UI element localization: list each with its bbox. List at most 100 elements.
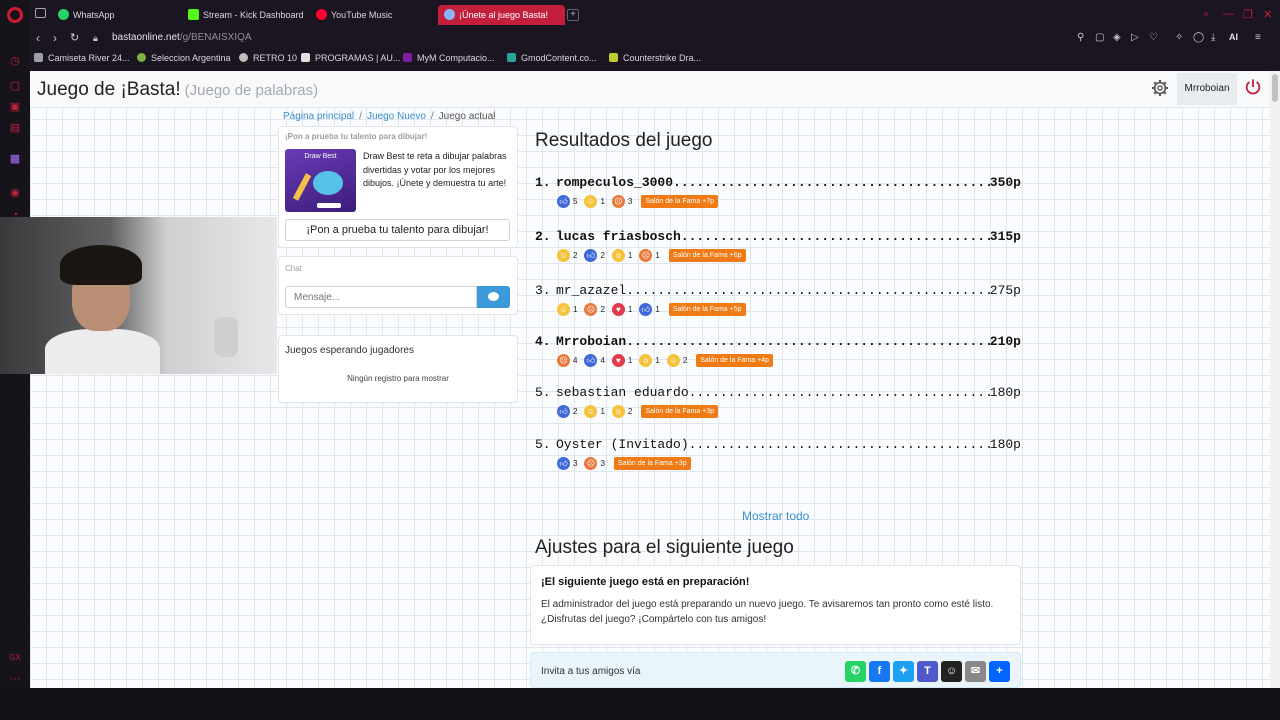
twitch-icon[interactable]: ▩ bbox=[8, 152, 22, 166]
user-menu-button[interactable]: Mrroboian bbox=[1177, 73, 1237, 105]
play-icon[interactable]: ▷ bbox=[1131, 32, 1142, 43]
site-title-text: Juego de ¡Basta! bbox=[37, 79, 181, 100]
result-player-name[interactable]: mr_azazel bbox=[556, 283, 626, 299]
share-teams-icon[interactable]: T bbox=[917, 661, 938, 682]
messenger-icon[interactable]: ▢ bbox=[8, 79, 22, 93]
search-tabs-icon[interactable]: ⌕ bbox=[1203, 8, 1209, 21]
reaction-badge[interactable]: ☺ 2 bbox=[666, 354, 687, 367]
reaction-badge[interactable]: o1 bbox=[639, 354, 660, 367]
page-scrollbar[interactable] bbox=[1270, 71, 1280, 688]
breadcrumb-new-game-link[interactable]: Juego Nuevo bbox=[367, 111, 426, 122]
tab-kick[interactable]: Stream - Kick Dashboard bbox=[188, 5, 304, 25]
reaction-badge[interactable]: ☹ 1 bbox=[639, 249, 660, 262]
breadcrumb-current: Juego actual bbox=[438, 111, 496, 122]
shield-icon[interactable]: ◈ bbox=[1113, 32, 1124, 43]
share-facebook-icon[interactable]: f bbox=[869, 661, 890, 682]
snapshot-icon[interactable]: ▢ bbox=[1095, 32, 1106, 43]
result-player-name[interactable]: Oyster (Invitado) bbox=[556, 437, 689, 453]
tab-whatsapp[interactable]: WhatsApp bbox=[58, 5, 115, 25]
bookmark-item[interactable]: PROGRAMAS | AU... bbox=[301, 53, 400, 63]
pin-icon[interactable]: ⚲ bbox=[1077, 32, 1088, 43]
site-title[interactable]: Juego de ¡Basta! (Juego de palabras) bbox=[37, 79, 318, 101]
reaction-badge[interactable]: 👍︎ 3 bbox=[557, 457, 577, 470]
breadcrumb-home-link[interactable]: Página principal bbox=[283, 111, 354, 122]
settings-gear-icon[interactable] bbox=[1151, 79, 1169, 97]
bookmark-item[interactable]: GmodContent.co... bbox=[507, 53, 597, 63]
bookmark-item[interactable]: RETRO 10 bbox=[239, 53, 297, 63]
more-icon[interactable]: ··· bbox=[8, 672, 22, 686]
scrollbar-thumb[interactable] bbox=[1272, 74, 1278, 102]
reaction-badge[interactable]: ♥ 1 bbox=[611, 303, 632, 316]
reaction-count: 2 bbox=[600, 305, 605, 314]
result-player-name[interactable]: lucas friasbosch bbox=[556, 229, 681, 245]
reaction-badge[interactable]: o2 bbox=[611, 405, 632, 418]
chat-card: Chat bbox=[278, 256, 518, 315]
share-snapchat-icon[interactable]: ☺ bbox=[941, 661, 962, 682]
download-icon[interactable]: ⤓ bbox=[1211, 32, 1222, 43]
new-tab-button[interactable]: + bbox=[567, 9, 579, 21]
bookmark-item[interactable]: Counterstrike Dra... bbox=[609, 53, 701, 63]
reaction-badge[interactable]: ☺ 1 bbox=[557, 303, 577, 316]
share-email-icon[interactable]: ✉ bbox=[965, 661, 986, 682]
tab-youtube-music[interactable]: YouTube Music bbox=[316, 5, 392, 25]
reaction-badge[interactable]: 👍︎ 4 bbox=[584, 354, 605, 367]
opera-logo-icon[interactable] bbox=[7, 7, 23, 23]
result-player-name[interactable]: Mrroboian bbox=[556, 334, 626, 350]
forward-icon[interactable]: › bbox=[53, 31, 57, 45]
reaction-badge[interactable]: ☺ 1 bbox=[584, 195, 605, 208]
speech-bubble-icon bbox=[488, 292, 499, 301]
gx-icon[interactable]: GX bbox=[8, 651, 22, 665]
heart-icon[interactable]: ♡ bbox=[1149, 32, 1160, 43]
result-line: 5. sebastian eduardo.....................… bbox=[535, 385, 1021, 401]
reaction-badge[interactable]: ☺ 1 bbox=[584, 405, 605, 418]
chat-message-input[interactable] bbox=[285, 286, 477, 308]
address-bar: ‹ › ↻ 🔒︎ bastaonline.net/g/BENAISXIQA ⚲ … bbox=[30, 29, 1280, 49]
reaction-badge[interactable]: ♥ 1 bbox=[611, 354, 632, 367]
reaction-badge[interactable]: o1 bbox=[611, 249, 632, 262]
try-draw-best-button[interactable]: ¡Pon a prueba tu talento para dibujar! bbox=[285, 219, 510, 241]
share-whatsapp-icon[interactable]: ✆ bbox=[845, 661, 866, 682]
reaction-badge[interactable]: ☹ 3 bbox=[611, 195, 632, 208]
menu-icon[interactable]: ≡ bbox=[1255, 32, 1266, 43]
reaction-badge[interactable]: 👍︎ 2 bbox=[584, 249, 605, 262]
close-window-icon[interactable]: ✕ bbox=[1263, 8, 1272, 21]
bookmark-label: Camiseta River 24... bbox=[48, 53, 130, 63]
chat-icon[interactable]: ▣ bbox=[8, 100, 22, 114]
share-twitter-icon[interactable]: ✦ bbox=[893, 661, 914, 682]
result-rank: 2. bbox=[535, 229, 551, 244]
breadcrumb-separator: / bbox=[359, 111, 362, 122]
history-icon[interactable]: ◷ bbox=[8, 54, 22, 68]
bookmark-item[interactable]: Seleccion Argentina bbox=[137, 53, 231, 63]
reaction-badge[interactable]: ☹ 3 bbox=[584, 457, 605, 470]
result-player-name[interactable]: sebastian eduardo bbox=[556, 385, 689, 401]
workspace-icon[interactable] bbox=[35, 8, 46, 18]
maximize-icon[interactable]: ❐ bbox=[1243, 8, 1253, 21]
back-icon[interactable]: ‹ bbox=[36, 31, 40, 45]
result-dot-leader: ........................................… bbox=[626, 283, 990, 298]
show-all-link[interactable]: Mostrar todo bbox=[742, 509, 809, 523]
chat-send-button[interactable] bbox=[477, 286, 510, 308]
player-icon[interactable]: ◉ bbox=[8, 186, 22, 200]
extensions-icon[interactable]: ✧ bbox=[1175, 32, 1186, 43]
reaction-badge[interactable]: 👍︎ 1 bbox=[639, 303, 660, 316]
bookmark-item[interactable]: Camiseta River 24... bbox=[34, 53, 130, 63]
result-dot-leader: ........................................… bbox=[688, 437, 990, 452]
share-more-icon[interactable]: + bbox=[989, 661, 1010, 682]
minimize-icon[interactable]: — bbox=[1223, 8, 1234, 20]
bookmark-item[interactable]: MyM Computacio... bbox=[403, 53, 495, 63]
tab-basta[interactable]: ¡Únete al juego Basta! bbox=[438, 5, 565, 25]
reaction-badge[interactable]: ☹ 2 bbox=[584, 303, 605, 316]
aria-ai-button[interactable]: AI bbox=[1229, 32, 1238, 42]
draw-best-image[interactable]: Draw Best bbox=[285, 149, 356, 212]
logout-power-icon[interactable] bbox=[1244, 78, 1262, 96]
reaction-badge[interactable]: 👍︎ 5 bbox=[557, 195, 577, 208]
media-icon[interactable]: ▤ bbox=[8, 121, 22, 135]
reaction-badge[interactable]: ☹ 4 bbox=[557, 354, 577, 367]
reaction-badge[interactable]: ☺ 2 bbox=[557, 249, 577, 262]
profile-icon[interactable]: ◯ bbox=[1193, 32, 1204, 43]
url-field[interactable]: bastaonline.net/g/BENAISXIQA bbox=[112, 32, 252, 43]
result-player-name[interactable]: rompeculos_3000 bbox=[556, 175, 673, 191]
reload-icon[interactable]: ↻ bbox=[70, 31, 79, 44]
reaction-badge[interactable]: 👍︎ 2 bbox=[557, 405, 577, 418]
result-row: 3. mr_azazel.............................… bbox=[535, 283, 1021, 316]
